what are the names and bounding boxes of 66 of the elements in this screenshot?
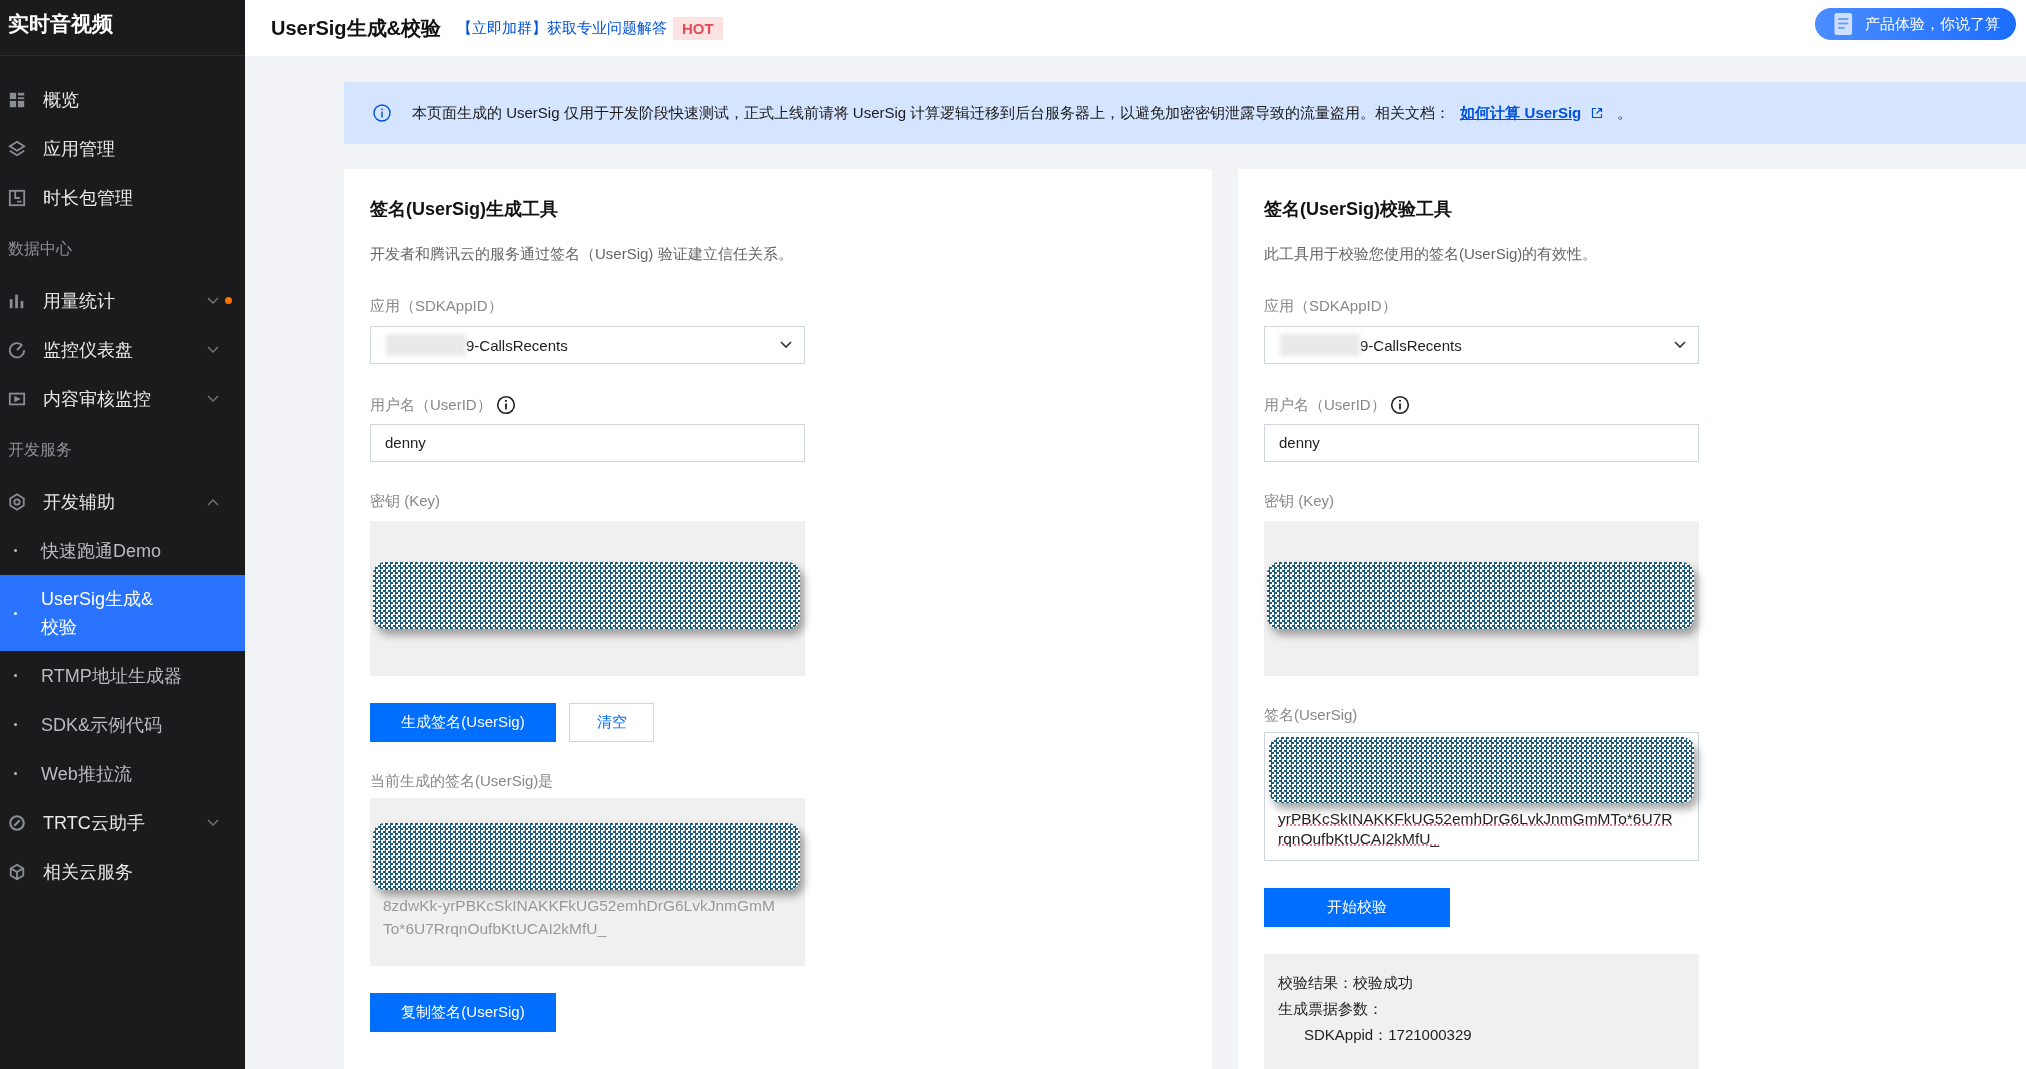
field-label: 用户名（UserID） bbox=[1264, 395, 1386, 415]
chevron-down-icon bbox=[1674, 341, 1686, 349]
copy-button[interactable]: 复制签名(UserSig) bbox=[370, 993, 556, 1032]
feedback-button[interactable]: 产品体验，你说了算 bbox=[1815, 8, 2016, 40]
clear-button[interactable]: 清空 bbox=[569, 703, 654, 742]
key-area[interactable] bbox=[370, 521, 805, 676]
user-id-field[interactable]: denny bbox=[1264, 424, 1699, 462]
nav-item[interactable]: 监控仪表盘 bbox=[0, 325, 245, 374]
params-label: 生成票据参数： bbox=[1278, 999, 1384, 1019]
nav-subitem[interactable]: RTMP地址生成器 bbox=[0, 651, 245, 700]
param-text: SDKAppid：1721000329 bbox=[1303, 1025, 1473, 1045]
nav-subitem[interactable]: Web推拉流 bbox=[0, 749, 245, 798]
card-title: 签名(UserSig)校验工具 bbox=[1264, 198, 1453, 221]
verify-button[interactable]: 开始校验 bbox=[1264, 888, 1450, 927]
join-group-link[interactable]: 【立即加群】获取专业问题解答 bbox=[457, 18, 668, 38]
nav-item[interactable]: 开发辅助 bbox=[0, 477, 245, 526]
document-icon bbox=[1833, 11, 1855, 37]
nav-item[interactable]: 时长包管理 bbox=[0, 173, 245, 222]
box-icon bbox=[8, 188, 26, 207]
card-title: 签名(UserSig)生成工具 bbox=[370, 198, 559, 221]
result-label: 校验结果： bbox=[1278, 974, 1353, 991]
info-icon bbox=[372, 103, 392, 123]
signature-text: To*6U7RrqnOufbKtUCAI2kMfU_ bbox=[383, 919, 608, 939]
nav-item[interactable]: TRTC云助手 bbox=[0, 798, 245, 847]
info-icon[interactable] bbox=[495, 395, 516, 415]
nav-item[interactable]: 用量统计 bbox=[0, 276, 245, 325]
user-id-field[interactable]: denny bbox=[370, 424, 805, 462]
nav-subitem[interactable]: 快速跑通Demo bbox=[0, 526, 245, 575]
nav-subitem[interactable]: SDK&示例代码 bbox=[0, 700, 245, 749]
nav-subitem[interactable]: UserSig生成&校验 bbox=[0, 575, 245, 651]
section-label: 数据中心 bbox=[7, 239, 73, 259]
hex-icon bbox=[8, 492, 26, 511]
nav-item[interactable]: 相关云服务 bbox=[0, 847, 245, 896]
nav-item[interactable]: 概览 bbox=[0, 75, 245, 124]
grid-icon bbox=[8, 90, 26, 109]
doc-link[interactable]: 如何计算 UserSig bbox=[1460, 103, 1582, 123]
card-description: 此工具用于校验您使用的签名(UserSig)的有效性。 bbox=[1264, 245, 1599, 264]
layers-icon bbox=[8, 139, 26, 158]
app-select[interactable]: 9-CallsRecents bbox=[1264, 326, 1699, 364]
nav-item[interactable]: 应用管理 bbox=[0, 124, 245, 173]
notice-text: 本页面生成的 UserSig 仅用于开发阶段快速测试，正式上线前请将 UserSig 计算逻辑迁移到后台服务器上，以避免加密密钥泄露导致的流量盗用。相关文档： bbox=[412, 103, 1451, 123]
field-label: 当前生成的签名(UserSig)是 bbox=[370, 772, 555, 791]
field-label: 密钥 (Key) bbox=[1264, 492, 1335, 511]
notice-end: 。 bbox=[1617, 103, 1633, 123]
gauge-icon bbox=[8, 340, 26, 359]
field-label: 应用（SDKAppID） bbox=[370, 297, 504, 316]
card-description: 开发者和腾讯云的服务通过签名（UserSig) 验证建立信任关系。 bbox=[370, 245, 794, 264]
section-label: 开发服务 bbox=[7, 440, 73, 460]
field-label: 密钥 (Key) bbox=[370, 492, 441, 511]
cube-icon bbox=[8, 862, 26, 881]
ring-icon bbox=[8, 813, 26, 832]
external-link-icon bbox=[1591, 107, 1604, 119]
hot-badge: HOT bbox=[673, 16, 723, 40]
info-icon[interactable] bbox=[1389, 395, 1410, 415]
app-select[interactable]: 9-CallsRecents bbox=[370, 326, 805, 364]
field-label: 应用（SDKAppID） bbox=[1264, 297, 1398, 316]
key-area[interactable] bbox=[1264, 521, 1699, 676]
result-value: 校验成功 bbox=[1353, 974, 1413, 991]
field-label: 签名(UserSig) bbox=[1264, 706, 1359, 725]
nav-item[interactable]: 内容审核监控 bbox=[0, 374, 245, 423]
generate-button[interactable]: 生成签名(UserSig) bbox=[370, 703, 556, 742]
signature-field[interactable]: yrPBKcSkINAKKFkUG52emhDrG6LvkJnmGmMTo*6U7R rqnOufbKtUCAI2kMfU_ bbox=[1264, 732, 1699, 861]
signature-text: 8zdwKk-yrPBKcSkINAKKFkUG52emhDrG6LvkJnmGmM bbox=[383, 896, 776, 916]
page-title: UserSig生成&校验 bbox=[271, 15, 442, 41]
field-label: 用户名（UserID） bbox=[370, 395, 492, 415]
chevron-down-icon bbox=[780, 341, 792, 349]
